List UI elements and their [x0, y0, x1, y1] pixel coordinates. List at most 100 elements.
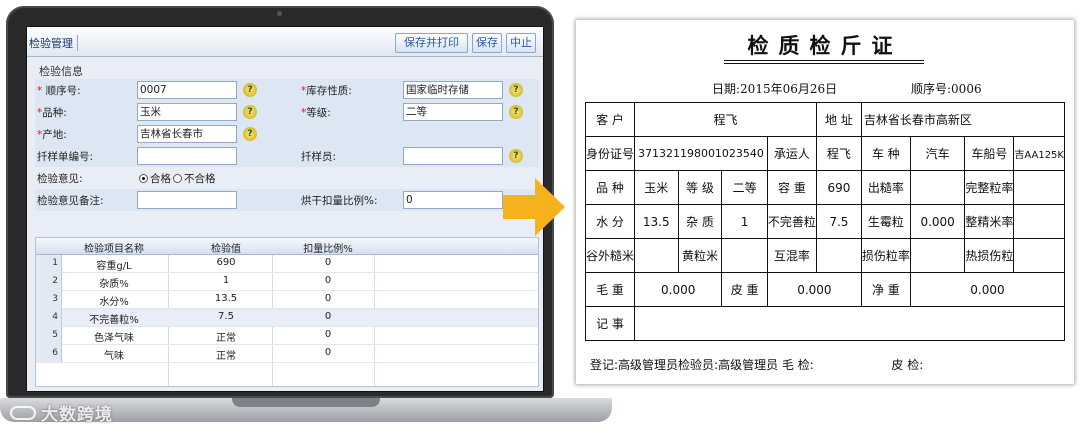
help-icon[interactable]: ? [243, 83, 257, 97]
title-underline [724, 63, 924, 64]
cell-label: 黄粒米 [677, 238, 723, 273]
cell-value: 程飞 [815, 136, 862, 171]
cell-label: 水 分 [584, 204, 636, 239]
sampler-input[interactable] [403, 147, 503, 165]
row-number: 1 [36, 255, 62, 273]
row-name: 水分% [99, 297, 129, 308]
cell-label: 不完善粒 [766, 204, 817, 239]
table-row[interactable]: 2 杂质% 1 0 [36, 273, 538, 291]
cell-label: 车 种 [860, 136, 911, 171]
cell-label: 皮 重 [721, 272, 768, 307]
cert-row-moisture: 水 分 13.5 杂 质 1 不完善粒 7.5 生霉粒 0.000 整精米率 [584, 204, 1065, 239]
grid-header-value[interactable]: 检验值 [186, 240, 266, 255]
cell-label: 地 址 [815, 102, 862, 137]
cert-row-brown-rice: 谷外糙米 黄粒米 互混率 损伤粒率 热损伤粒 [584, 238, 1065, 273]
tab-inspection-management[interactable]: 检验管理 [29, 35, 78, 51]
cell-value: 玉米 [634, 170, 679, 205]
cell-value: 0.000 [634, 272, 723, 307]
cert-row-customer: 客 户 程飞 地 址 吉林省长春市高新区 [584, 102, 1066, 137]
app-screen: 检验管理 保存并打印 保存 中止 检验信息 * 顺序号: 0007 ? *库存性… [26, 26, 544, 392]
camera-dot [277, 11, 282, 16]
row-value: 1 [222, 275, 230, 286]
row-ratio: 0 [324, 329, 332, 340]
toolbar: 检验管理 保存并打印 保存 中止 [27, 27, 543, 57]
row-name: 气味 [104, 351, 124, 362]
radio-pass[interactable] [139, 174, 148, 183]
save-button[interactable]: 保存 [472, 33, 502, 53]
row-ratio: 0 [324, 275, 332, 286]
grade-input[interactable]: 二等 [403, 103, 503, 121]
table-row[interactable]: 1 容重g/L 690 0 [36, 255, 538, 273]
row-name: 色泽气味 [94, 333, 134, 344]
seq-input[interactable]: 0007 [137, 81, 237, 99]
cell-value: 13.5 [634, 204, 679, 239]
help-icon[interactable]: ? [243, 127, 257, 141]
opinion-radio-group: 合格 不合格 [139, 171, 216, 186]
cell-value: 0.000 [766, 272, 862, 307]
grid-header-name[interactable]: 检验项目名称 [64, 240, 164, 255]
cell-label: 互混率 [766, 238, 817, 273]
signature-line: 登记:高级管理员检验员:高级管理员 毛 检: [590, 358, 814, 372]
seq-label: * 顺序号: [37, 85, 81, 97]
cell-label: 品 种 [584, 170, 636, 205]
row-name: 容重g/L [96, 261, 132, 272]
grid-header-ratio[interactable]: 扣量比例% [288, 240, 368, 255]
variety-label: *品种: [37, 107, 67, 119]
cell-value: 0.000 [909, 272, 1066, 307]
table-row[interactable]: 3 水分% 13.5 0 [36, 291, 538, 309]
cell-value: 二等 [721, 170, 768, 205]
table-row[interactable]: 4 不完善粒% 7.5 0 [36, 309, 538, 327]
cell-label: 完整粒率 [964, 170, 1015, 205]
row-number: 2 [36, 273, 62, 291]
table-row[interactable]: 6 气味 正常 0 [36, 345, 538, 363]
cell-value [634, 306, 1065, 341]
inspection-form: * 顺序号: 0007 ? *库存性质: 国家临时存储 ? *品种: 玉米 ? … [35, 79, 539, 243]
help-icon[interactable]: ? [243, 105, 257, 119]
watermark-logo-icon [10, 405, 36, 420]
row-ratio: 0 [324, 347, 332, 358]
inspection-grid: 检验项目名称 检验值 扣量比例% 1 容重g/L 690 0 2 杂质% 1 0… [35, 237, 539, 387]
watermark: 大数跨境 [10, 400, 113, 425]
row-ratio: 0 [324, 311, 332, 322]
sample-no-input[interactable] [137, 147, 237, 165]
certificate-table: 客 户 程飞 地 址 吉林省长春市高新区 身份证号 37132119800102… [584, 102, 1066, 341]
cell-value: 汽车 [909, 136, 966, 171]
remark-label: 检验意见备注: [37, 195, 104, 207]
quality-certificate: 检质检斤证 日期:2015年06月26日 顺序号:0006 客 户 程飞 地 址… [576, 20, 1074, 384]
cell-value: 程飞 [634, 102, 817, 137]
storage-input[interactable]: 国家临时存储 [403, 81, 503, 99]
radio-pass-label: 合格 [150, 173, 171, 185]
table-row[interactable]: 5 色泽气味 正常 0 [36, 327, 538, 345]
cell-label: 容 重 [766, 170, 817, 205]
remark-input[interactable] [137, 191, 237, 209]
variety-input[interactable]: 玉米 [137, 103, 237, 121]
cell-value [909, 170, 966, 205]
cell-label: 整精米率 [964, 204, 1015, 239]
origin-label: *产地: [37, 129, 67, 141]
cell-value [721, 238, 768, 273]
cell-value [909, 238, 966, 273]
radio-fail-label: 不合格 [184, 173, 216, 185]
radio-fail[interactable] [173, 174, 182, 183]
stop-button[interactable]: 中止 [506, 33, 536, 53]
save-print-button[interactable]: 保存并打印 [395, 33, 468, 53]
certificate-signatures: 登记:高级管理员检验员:高级管理员 毛 检: 皮 检: [590, 356, 923, 373]
stage: 检验管理 保存并打印 保存 中止 检验信息 * 顺序号: 0007 ? *库存性… [0, 0, 1080, 434]
cell-value: 690 [815, 170, 862, 205]
help-icon[interactable]: ? [509, 105, 523, 119]
cell-label: 客 户 [584, 102, 636, 137]
cert-row-variety: 品 种 玉米 等 级 二等 容 重 690 出糙率 完整粒率 [584, 170, 1065, 205]
help-icon[interactable]: ? [509, 149, 523, 163]
row-number: 6 [36, 345, 62, 363]
arrow-right-icon [503, 178, 565, 236]
dry-label: 烘干扣量比例%: [301, 195, 378, 207]
origin-input[interactable]: 吉林省长春市 [137, 125, 237, 143]
sample-no-label: 扦样单编号: [37, 151, 94, 163]
cell-label: 身份证号 [584, 136, 636, 171]
cell-value: 7.5 [815, 204, 862, 239]
title-underline [724, 60, 924, 61]
help-icon[interactable]: ? [509, 83, 523, 97]
dry-input[interactable]: 0 [403, 191, 503, 209]
cert-row-weight: 毛 重 0.000 皮 重 0.000 净 重 0.000 [584, 272, 1066, 307]
row-number: 4 [36, 309, 62, 327]
